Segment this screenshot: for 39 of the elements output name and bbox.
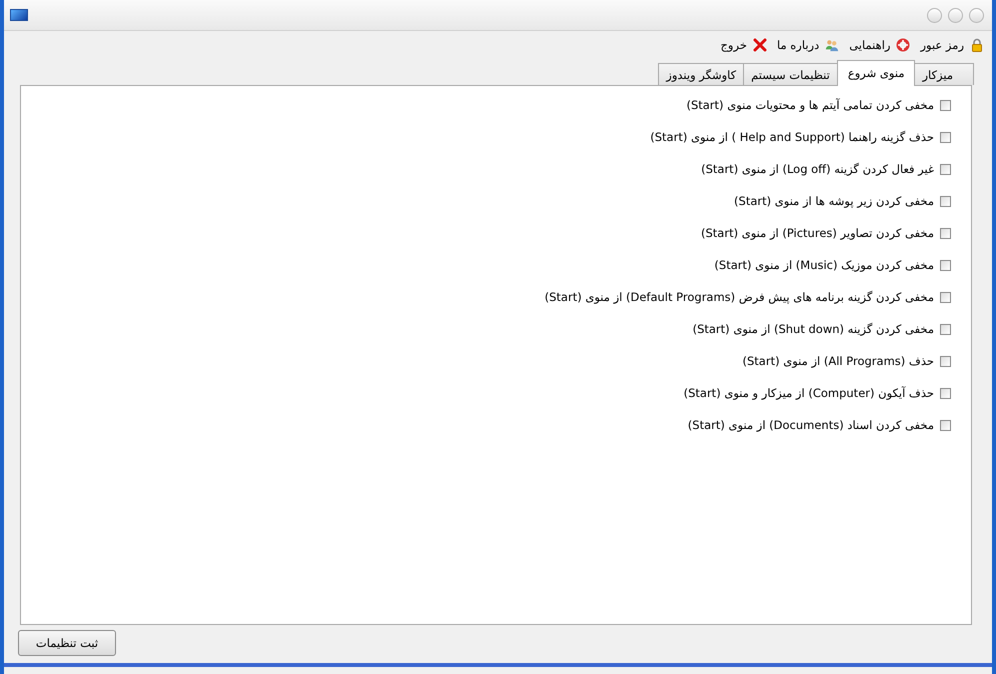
option-label: حذف (All Programs) از منوی (Start) <box>742 354 934 368</box>
tab[interactable]: کاوشگر ویندوز <box>658 63 744 85</box>
users-icon <box>825 38 840 52</box>
checkbox[interactable] <box>940 292 951 302</box>
option-label: مخفی کردن گزینه (Shut down) از منوی (Start) <box>692 322 934 336</box>
minimize-button[interactable] <box>927 8 942 22</box>
tab[interactable]: میزکار <box>914 63 974 85</box>
menu-item[interactable]: خروج <box>720 38 767 52</box>
menu-item[interactable]: راهنمایی <box>849 38 910 52</box>
checkbox[interactable] <box>940 388 951 398</box>
menu-item[interactable]: رمز عبور <box>920 38 984 52</box>
checkbox[interactable] <box>940 260 951 270</box>
option-label: حذف گزینه راهنما (Help and Support ) از منوی (Start) <box>650 130 934 144</box>
option-label: غیر فعال کردن گزینه (Log off) از منوی (Start) <box>701 162 934 176</box>
option-label: مخفی کردن تمامی آیتم ها و محتویات منوی (Start) <box>686 98 934 112</box>
app-icon <box>10 9 28 21</box>
checkbox[interactable] <box>940 420 951 430</box>
option-label: مخفی کردن موزیک (Music) از منوی (Start) <box>714 258 934 272</box>
tab[interactable]: تنظیمات سیستم <box>743 63 838 85</box>
checkbox[interactable] <box>940 324 951 334</box>
option-label: مخفی کردن گزینه برنامه های پیش فرض (Default Programs) از منوی (Start) <box>544 290 934 304</box>
lock-icon <box>970 38 984 52</box>
close-button[interactable] <box>969 8 984 22</box>
checkbox[interactable] <box>940 132 951 142</box>
option-label: حذف آیکون (Computer) از میزکار و منوی (Start) <box>684 386 934 400</box>
checkbox[interactable] <box>940 228 951 238</box>
close-x-icon <box>752 38 767 52</box>
option-label: مخفی کردن زیر پوشه ها از منوی (Start) <box>734 194 934 208</box>
checkbox[interactable] <box>940 164 951 174</box>
menu-item[interactable]: درباره ما <box>776 38 840 52</box>
checkbox[interactable] <box>940 196 951 206</box>
option-label: مخفی کردن تصاویر (Pictures) از منوی (Start) <box>700 226 934 240</box>
save-button[interactable]: ثبت تنظیمات <box>18 630 116 656</box>
maximize-button[interactable] <box>948 8 963 22</box>
lifebuoy-icon <box>896 38 910 52</box>
option-label: مخفی کردن اسناد (Documents) از منوی (Start) <box>688 418 934 432</box>
checkbox[interactable] <box>940 356 951 366</box>
checkbox[interactable] <box>940 100 951 110</box>
tab[interactable]: منوی شروع <box>836 60 916 86</box>
